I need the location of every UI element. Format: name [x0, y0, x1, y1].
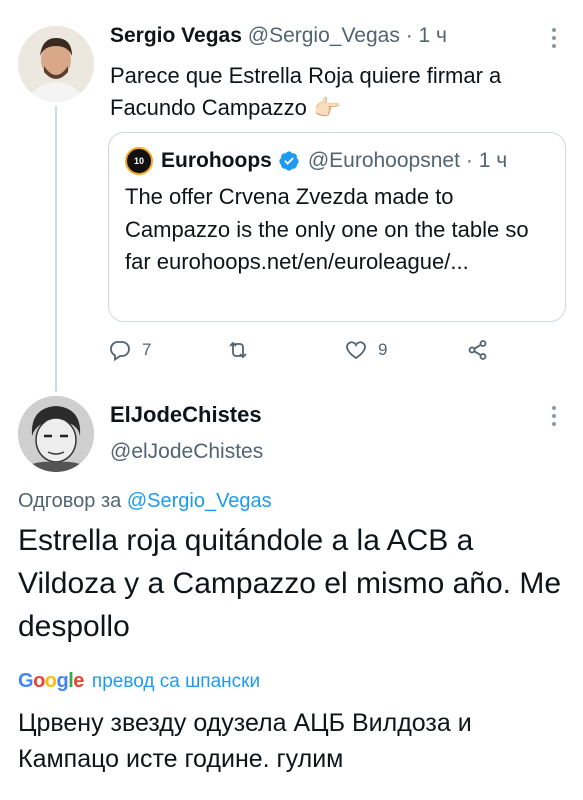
like-count: 9 [378, 340, 388, 359]
retweet-button[interactable] [226, 338, 260, 362]
quoted-tweet-card[interactable]: 10 Eurohoops @Eurohoopsnet · 1 ч The off… [108, 132, 566, 322]
retweet-icon [229, 341, 247, 359]
eurohoops-logo-icon: 10 [125, 147, 153, 175]
timestamp[interactable]: · 1 ч [406, 24, 447, 47]
quoted-tweet-text: The offer Crvena Zvezda made to Campazzo… [125, 184, 529, 274]
verified-badge-icon [278, 150, 300, 172]
quoted-author-handle: @Eurohoopsnet [307, 149, 460, 172]
more-options-icon[interactable] [544, 406, 564, 430]
author-handle[interactable]: @Sergio_Vegas [248, 24, 400, 47]
tweet-actions: 7 9 [108, 338, 568, 364]
translation-bar: Google превод са шпански [18, 670, 260, 693]
reply-tweet-text: Estrella roja quitándole a la ACB a Vild… [18, 524, 562, 643]
replying-to-link[interactable]: @Sergio_Vegas [127, 490, 272, 512]
avatar-eljodechistes[interactable] [18, 396, 94, 472]
parent-tweet-text: Parece que Estrella Roja quiere firmar a… [110, 63, 502, 120]
google-logo-icon: Google [18, 670, 84, 692]
avatar-sergio-vegas[interactable] [18, 26, 94, 102]
reply-icon [110, 341, 130, 362]
parent-tweet-header: Sergio Vegas @Sergio_Vegas · 1 ч [110, 24, 447, 48]
more-options-icon[interactable] [544, 28, 564, 52]
quoted-tweet-header: 10 Eurohoops @Eurohoopsnet · 1 ч [125, 147, 507, 175]
reply-count: 7 [142, 340, 152, 359]
share-icon [468, 340, 487, 360]
translated-text: Црвену звезду одузела АЦБ Вилдоза и Камп… [18, 709, 472, 773]
heart-icon [346, 341, 366, 360]
thread-line [55, 106, 57, 392]
reply-author-name[interactable]: ElJodeChistes [110, 402, 262, 428]
like-button[interactable]: 9 [344, 338, 387, 362]
quoted-timestamp: · 1 ч [465, 149, 508, 172]
avatar-illustration [18, 396, 94, 472]
replying-to-label: Одговор за [18, 490, 122, 512]
quoted-author-name: Eurohoops [161, 149, 272, 172]
reply-button[interactable]: 7 [108, 338, 151, 362]
replying-to: Одговор за @Sergio_Vegas [18, 490, 272, 513]
translate-link[interactable]: превод са шпански [92, 671, 260, 693]
author-name[interactable]: Sergio Vegas [110, 24, 242, 47]
avatar-photo [18, 26, 94, 102]
share-button[interactable] [466, 338, 490, 362]
reply-author-handle[interactable]: @elJodeChistes [110, 440, 263, 464]
